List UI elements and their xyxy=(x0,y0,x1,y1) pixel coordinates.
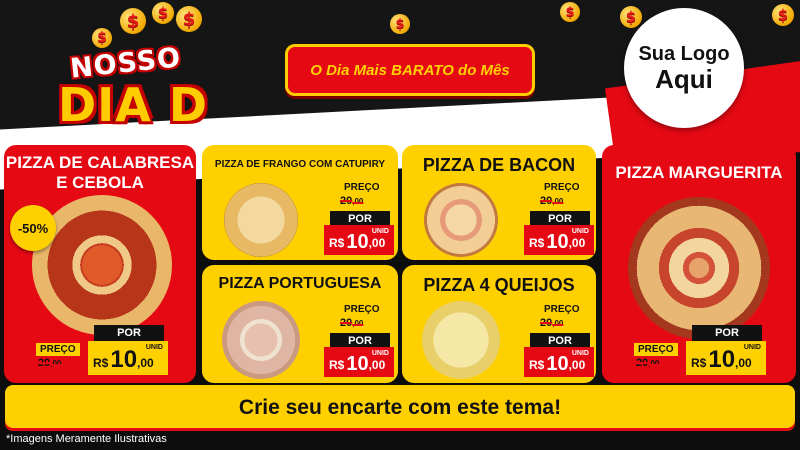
old-price: 20,00 xyxy=(540,317,564,329)
product-name: PIZZA DE FRANGO COM CATUPIRY xyxy=(214,159,386,170)
pizza-image xyxy=(424,183,498,257)
por-label: POR xyxy=(692,325,762,341)
cta-text: Crie seu encarte com este tema! xyxy=(238,396,562,419)
new-price: R$ 10,00 UNID xyxy=(324,347,394,377)
dollar-coin-icon: $ xyxy=(176,6,202,32)
logo-placeholder-line2: Aqui xyxy=(655,63,713,94)
new-price: R$ 10,00 UNID xyxy=(524,347,594,377)
product-name: PIZZA DE BACON xyxy=(422,155,576,175)
product-name-line1: PIZZA DE CALABRESA xyxy=(5,153,195,172)
campaign-logo: NOSSO DIA D xyxy=(52,38,222,138)
price-label: PREÇO xyxy=(340,181,384,194)
dollar-coin-icon: $ xyxy=(152,2,174,24)
new-price: R$ 10,00 UNID xyxy=(324,225,394,255)
product-card: PIZZA DE CALABRESA E CEBOLA -50% PREÇO 2… xyxy=(4,145,196,383)
price-label: PREÇO xyxy=(540,303,584,316)
disclaimer: *Imagens Meramente Ilustrativas xyxy=(6,433,167,445)
dollar-coin-icon: $ xyxy=(620,6,642,28)
price-label: PREÇO xyxy=(36,343,80,356)
price-label: PREÇO xyxy=(634,343,678,356)
product-card: PIZZA DE FRANGO COM CATUPIRY PREÇO 20,00… xyxy=(202,145,398,260)
cta-banner: Crie seu encarte com este tema! xyxy=(5,385,795,431)
pizza-image xyxy=(628,197,770,339)
product-name: PIZZA DE CALABRESA E CEBOLA xyxy=(4,153,196,194)
discount-badge: -50% xyxy=(10,205,56,251)
old-price: 20,00 xyxy=(340,195,364,207)
pizza-image xyxy=(224,183,298,257)
price-label: PREÇO xyxy=(340,303,384,316)
old-price: 20,00 xyxy=(340,317,364,329)
old-price: 20,00 xyxy=(636,357,660,369)
new-price: R$ 10,00 UNID xyxy=(686,341,766,375)
dollar-coin-icon: $ xyxy=(560,2,580,22)
pizza-image xyxy=(222,301,300,379)
product-name: PIZZA PORTUGUESA xyxy=(218,275,382,292)
headline-banner: O Dia Mais BARATO do Mês xyxy=(285,44,535,96)
logo-placeholder-line1: Sua Logo xyxy=(638,42,730,65)
old-price: 20,00 xyxy=(38,357,62,369)
product-card: PIZZA 4 QUEIJOS PREÇO 20,00 POR R$ 10,00 U… xyxy=(402,265,596,383)
product-card: PIZZA PORTUGUESA PREÇO 20,00 POR R$ 10,00… xyxy=(202,265,398,383)
flyer: $ $ $ $ $ $ $ $ NOSSO DIA D O Dia Mais B… xyxy=(0,0,800,450)
dollar-coin-icon: $ xyxy=(772,4,794,26)
store-logo-placeholder: Sua Logo Aqui xyxy=(624,8,744,128)
por-label: POR xyxy=(94,325,164,341)
logo-line2: DIA D xyxy=(58,78,209,132)
pizza-image xyxy=(422,301,500,379)
product-card: PIZZA MARGUERITA PREÇO 20,00 POR R$ 10,00… xyxy=(602,145,796,383)
product-name: PIZZA MARGUERITA xyxy=(615,163,783,182)
dollar-coin-icon: $ xyxy=(120,8,146,34)
price-label: PREÇO xyxy=(540,181,584,194)
product-name-line2: E CEBOLA xyxy=(56,173,144,193)
dollar-coin-icon: $ xyxy=(390,14,410,34)
new-price: R$ 10,00 UNID xyxy=(524,225,594,255)
old-price: 20,00 xyxy=(540,195,564,207)
product-name: PIZZA 4 QUEIJOS xyxy=(423,275,575,295)
new-price: R$ 10,00 UNID xyxy=(88,341,168,375)
product-card: PIZZA DE BACON PREÇO 20,00 POR R$ 10,00 UN… xyxy=(402,145,596,260)
headline-text: O Dia Mais BARATO do Mês xyxy=(310,61,510,79)
